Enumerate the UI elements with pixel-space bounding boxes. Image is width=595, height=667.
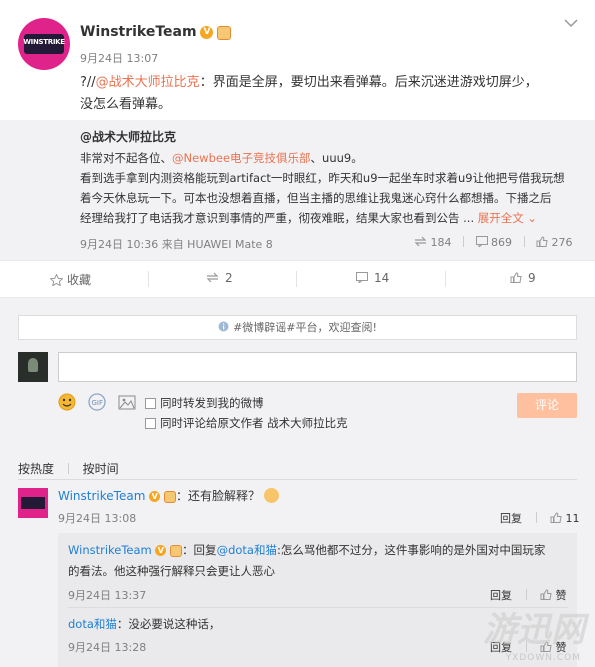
repost-author[interactable]: @战术大师拉比克 (80, 128, 176, 145)
info-icon (218, 321, 229, 332)
comment-time: 9月24日 13:08 (58, 512, 137, 525)
reply-1-text2: 的看法。他这种强行解释只会更让人恶心 (68, 564, 275, 578)
reply-1-prefix: ：回复 (182, 543, 217, 557)
comment-input[interactable] (58, 352, 577, 382)
repost-comment-count[interactable]: 869 (491, 236, 512, 249)
repost-like-count[interactable]: 276 (552, 236, 573, 249)
repost-count[interactable]: 184 (431, 236, 452, 249)
sort-by-hot-tab[interactable]: 按热度 (18, 462, 54, 476)
sort-divider (18, 479, 577, 480)
rumor-notice-link[interactable]: #微博辟谣#平台，欢迎查阅! (18, 315, 577, 340)
comment-text: ：还有脸解释？ (176, 489, 261, 503)
avatar-logo-text: WINSTRIKE (23, 38, 65, 46)
comment-actions: 回复 11 (500, 510, 580, 526)
post-text-line2: 没怎么看弹幕。 (80, 97, 172, 112)
comment-action-icon (356, 272, 368, 285)
comment-action-count: 14 (374, 271, 390, 285)
repost-button[interactable]: 2 (206, 271, 233, 285)
medal-icon (170, 544, 183, 557)
comment-author[interactable]: WinstrikeTeam (58, 489, 145, 503)
author-avatar[interactable]: WINSTRIKE (18, 18, 70, 70)
medal-icon (164, 490, 177, 503)
repost-stats: 184 869 276 (414, 236, 573, 249)
repost-mention-newbee[interactable]: @Newbee电子竞技俱乐部 (172, 151, 311, 165)
repost-icon[interactable] (414, 236, 427, 247)
gif-icon[interactable]: GIF (88, 393, 106, 411)
comment-to-author-label: 同时评论给原文作者 战术大师拉比克 (160, 416, 348, 430)
chevron-down-icon[interactable] (564, 18, 578, 28)
verified-icon: V (200, 26, 214, 39)
reply-1-author[interactable]: WinstrikeTeam (68, 543, 152, 557)
reply-2-time: 9月24日 13:28 (68, 641, 147, 654)
reply-1-reply-button[interactable]: 回复 (490, 589, 512, 602)
post-text: ?//@战术大师拉比克：界面是全屏，要切出来看弹幕。后来沉迷进游戏切屏少， 没怎… (80, 72, 580, 116)
image-icon[interactable] (118, 395, 136, 411)
repost-action-icon (206, 272, 219, 283)
verified-icon: V (155, 545, 167, 556)
reply-2-author[interactable]: dota和猫 (68, 617, 117, 631)
reply-1-actions: 回复 赞 (490, 587, 567, 603)
post-author-name[interactable]: WinstrikeTeam (80, 24, 197, 40)
reply-1: WinstrikeTeam V ：回复@dota和猫:怎么骂他都不过分，这件事影… (68, 540, 568, 582)
post-text-line1: ：界面是全屏，要切出来看弹幕。后来沉迷进游戏切屏少， (199, 75, 538, 90)
post-mention[interactable]: @战术大师拉比克 (96, 75, 200, 90)
svg-text:GIF: GIF (91, 399, 103, 407)
like-action-count: 9 (528, 271, 536, 285)
emoji-sticker-icon (263, 488, 279, 503)
comment-to-author-checkbox[interactable] (145, 418, 156, 429)
verified-icon: V (149, 491, 161, 502)
comment-to-author-option[interactable]: 同时评论给原文作者 战术大师拉比克 (145, 415, 348, 431)
comment-tools: GIF (58, 393, 136, 414)
like-action-icon (510, 272, 522, 283)
post-action-bar: 收藏 2 14 9 (0, 260, 595, 298)
expand-full-text-link[interactable]: 展开全文 ⌄ (478, 211, 537, 225)
comment-avatar[interactable] (18, 488, 48, 518)
collect-button[interactable]: 收藏 (49, 271, 92, 288)
repost-option[interactable]: 同时转发到我的微博 (145, 395, 264, 411)
repost-line3: 着今天休息玩一下。可本也没想着直播，但当主播的思维让我鬼迷心窍什么都想播。下播之… (80, 191, 552, 205)
comment-body: WinstrikeTeam V ：还有脸解释？ (58, 487, 279, 504)
comment-icon[interactable] (475, 236, 488, 249)
collect-label: 收藏 (67, 273, 92, 287)
post-timestamp[interactable]: 9月24日 13:07 (80, 50, 158, 66)
reply-1-text1: :怎么骂他都不过分，这件事影响的是外国对中国玩家 (276, 543, 546, 557)
comment-reply-button[interactable]: 回复 (500, 512, 522, 525)
submit-comment-button[interactable]: 评论 (517, 393, 577, 418)
my-avatar[interactable] (18, 352, 48, 382)
post-text-prefix: ?// (80, 75, 96, 90)
repost-line1-a: 非常对不起各位、 (80, 151, 172, 165)
reply-1-mention[interactable]: @dota和猫 (217, 543, 277, 557)
reply-1-like-icon[interactable] (540, 589, 552, 600)
repost-line2: 看到选手拿到内测资格能玩到artifact一时眼红，昨天和u9一起坐车时求着u9… (80, 171, 565, 185)
repost-option-label: 同时转发到我的微博 (160, 396, 264, 410)
reply-2: dota和猫：没必要说这种话， (68, 616, 220, 632)
watermark-url: YXDOWN.COM (505, 653, 581, 663)
comment-like-count[interactable]: 11 (566, 512, 580, 525)
comment-button[interactable]: 14 (356, 271, 389, 285)
star-icon (49, 273, 64, 287)
repost-action-count: 2 (225, 271, 233, 285)
comment-like-icon[interactable] (550, 512, 562, 523)
like-icon[interactable] (536, 236, 548, 247)
reply-1-time: 9月24日 13:37 (68, 589, 147, 602)
repost-line4: 经理给我打了电话我才意识到事情的严重，彻夜难眠，结果大家也看到公告 ... (80, 211, 475, 225)
sort-by-time-tab[interactable]: 按时间 (83, 462, 119, 476)
repost-checkbox[interactable] (145, 398, 156, 409)
watermark-logo: 游迅网 (483, 610, 585, 650)
reply-1-like-label[interactable]: 赞 (556, 589, 567, 602)
reply-2-text: ：没必要说这种话， (116, 617, 221, 631)
repost-text: 非常对不起各位、@Newbee电子竞技俱乐部、uuu9。 看到选手拿到内测资格能… (80, 148, 580, 228)
medal-icon (217, 25, 232, 40)
emoji-icon[interactable] (58, 393, 76, 411)
like-button[interactable]: 9 (510, 271, 536, 285)
sort-tabs: 按热度 按时间 (18, 460, 119, 477)
rumor-notice-text: #微博辟谣#平台，欢迎查阅! (233, 321, 377, 334)
post-author-line: WinstrikeTeam V (80, 24, 232, 40)
repost-line1-b: 、uuu9。 (310, 151, 363, 165)
repost-meta: 9月24日 10:36 来自 HUAWEI Mate 8 (80, 238, 273, 251)
